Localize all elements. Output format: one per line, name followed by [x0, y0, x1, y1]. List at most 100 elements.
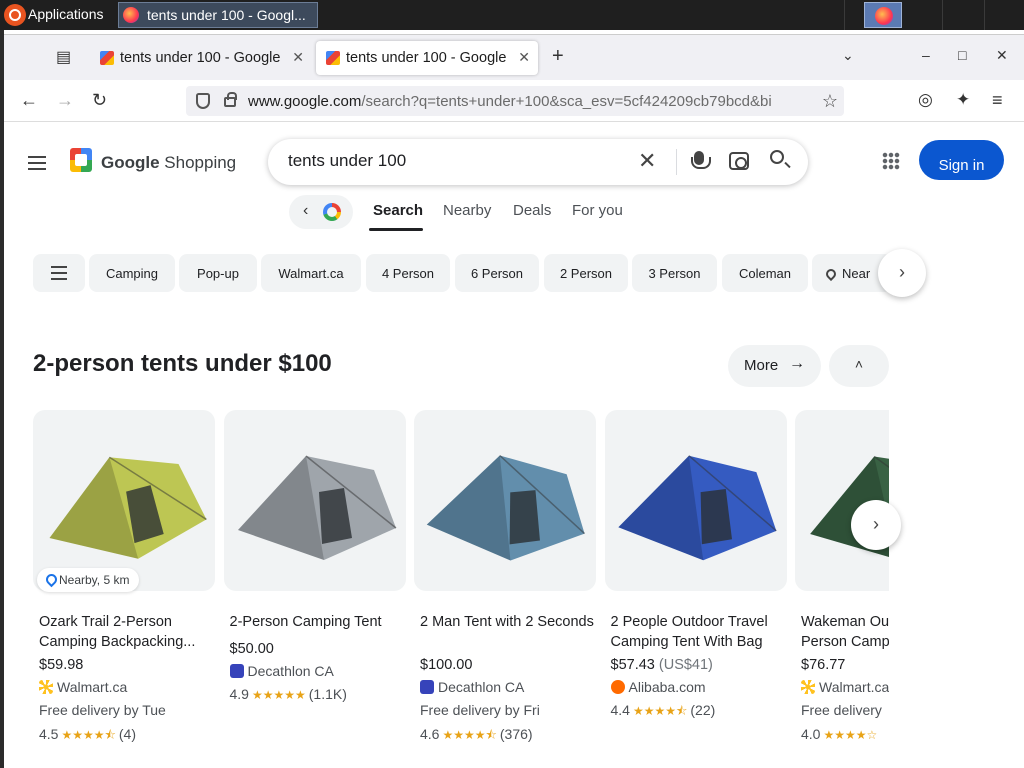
tray-firefox-button[interactable] — [864, 2, 902, 28]
lock-icon[interactable] — [224, 92, 237, 107]
forward-icon[interactable]: → — [56, 90, 74, 111]
search-input[interactable] — [288, 151, 618, 171]
product-title[interactable]: 2 Man Tent with 2 Seconds — [420, 612, 596, 632]
google-shopping-logo-icon[interactable] — [70, 148, 92, 172]
close-window-icon[interactable]: ✕ — [996, 47, 1008, 64]
store-label: Decathlon CA — [247, 663, 334, 679]
section-title: 2-person tents under $100 — [33, 350, 332, 377]
url-bar[interactable]: www.google.com/search?q=tents+under+100&… — [186, 86, 844, 116]
maximize-icon[interactable]: □ — [958, 47, 966, 63]
chip-camping[interactable]: Camping — [89, 254, 175, 292]
search-icon[interactable] — [770, 150, 784, 164]
new-tab-icon[interactable]: + — [552, 45, 564, 68]
chip-6-person[interactable]: 6 Person — [455, 254, 539, 292]
chip-walmart[interactable]: Walmart.ca — [261, 254, 361, 292]
search-box: ✕ — [268, 139, 808, 185]
collapse-section-button[interactable]: ˄ — [829, 345, 889, 387]
product-image[interactable] — [414, 410, 596, 591]
brand-shopping: Shopping — [159, 153, 237, 172]
carousel-next-button[interactable]: › — [851, 500, 901, 550]
product-rating: 4.4 ★★★★⯪ (22) — [611, 702, 716, 723]
google-shopping-favicon-icon — [326, 51, 340, 65]
google-g-icon — [323, 203, 341, 221]
tab-nearby[interactable]: Nearby — [443, 202, 491, 219]
product-card[interactable]: 2 Man Tent with 2 Seconds $100.00 Decathlo… — [414, 410, 596, 768]
rating-stars-icon: ★★★★⯪ — [442, 728, 497, 742]
tray-separator — [942, 0, 943, 30]
store-name[interactable]: Decathlon CA — [229, 663, 334, 679]
chip-coleman[interactable]: Coleman — [722, 254, 808, 292]
close-tab-icon[interactable]: ✕ — [518, 49, 530, 66]
menu-icon[interactable]: ≡ — [992, 90, 1003, 111]
main-menu-icon[interactable] — [28, 156, 46, 170]
rating-value: 4.5 — [39, 726, 59, 742]
product-carousel: Nearby, 5 km Ozark Trail 2-Person Camping… — [33, 410, 889, 768]
product-title[interactable]: 2-Person Camping Tent — [230, 612, 406, 632]
decathlon-logo-icon — [420, 680, 434, 694]
microphone-icon[interactable] — [691, 151, 711, 169]
clear-search-icon[interactable]: ✕ — [638, 148, 656, 174]
product-title[interactable]: Wakeman Outdoors 2-Person Camping Tent — [801, 612, 889, 652]
rating-stars-icon: ★★★★☆ — [823, 728, 878, 742]
store-name[interactable]: Walmart.ca — [39, 679, 127, 695]
list-all-tabs-chevron-icon[interactable]: ⌄ — [842, 47, 854, 64]
chip-2-person[interactable]: 2 Person — [544, 254, 628, 292]
product-card[interactable]: 2 People Outdoor Travel Camping Tent Wit… — [604, 410, 787, 768]
tracking-shield-icon[interactable] — [196, 93, 210, 109]
product-card[interactable]: 2-Person Camping Tent $50.00 Decathlon CA 4… — [223, 410, 406, 768]
url-text[interactable]: www.google.com/search?q=tents+under+100&… — [248, 93, 808, 110]
google-apps-icon[interactable] — [882, 152, 900, 170]
reload-icon[interactable]: ↻ — [92, 90, 107, 111]
store-name[interactable]: Alibaba.com — [610, 679, 706, 695]
chevron-right-icon: › — [899, 262, 905, 282]
chip-4-person[interactable]: 4 Person — [366, 254, 450, 292]
product-card[interactable]: Wakeman Outdoors 2-Person Camping Tent $7… — [795, 410, 889, 768]
product-title[interactable]: Ozark Trail 2-Person Camping Backpacking… — [39, 612, 215, 652]
back-icon[interactable]: ← — [20, 90, 38, 111]
tent-illustration — [617, 455, 777, 561]
google-lens-icon[interactable] — [729, 152, 749, 170]
account-icon[interactable]: ◎ — [918, 90, 933, 110]
brand-google: Google — [101, 153, 160, 172]
extensions-icon[interactable]: ✦ — [956, 90, 970, 110]
more-button[interactable]: More → — [728, 345, 821, 387]
back-to-google-button[interactable]: ‹ — [289, 195, 353, 229]
product-image[interactable] — [223, 410, 406, 591]
brand-title[interactable]: Google Shopping — [101, 153, 236, 173]
chip-pop-up[interactable]: Pop-up — [179, 254, 257, 292]
product-title[interactable]: 2 People Outdoor Travel Camping Tent Wit… — [611, 612, 787, 652]
applications-menu[interactable]: Applications — [28, 6, 104, 22]
browser-tabbar: ▤ tents under 100 - Google ✕ tents under… — [4, 34, 1024, 80]
store-name[interactable]: Decathlon CA — [420, 679, 524, 695]
tune-icon — [51, 266, 67, 280]
taskbar-window-firefox[interactable]: tents under 100 - Googl... — [118, 2, 318, 28]
tray-separator — [844, 0, 845, 30]
store-label: Decathlon CA — [438, 679, 525, 695]
minimize-icon[interactable]: – — [922, 47, 930, 63]
sign-in-button[interactable]: Sign in — [919, 140, 1004, 180]
product-price: $100.00 — [420, 657, 472, 673]
ubuntu-logo-icon[interactable] — [4, 4, 26, 26]
browser-tab-active[interactable]: tents under 100 - Google ✕ — [316, 41, 538, 75]
chip-3-person[interactable]: 3 Person — [632, 254, 717, 292]
store-label: Walmart.ca — [57, 679, 128, 695]
nearby-badge: Nearby, 5 km — [37, 568, 140, 592]
tab-list-icon[interactable]: ▤ — [56, 47, 76, 67]
tab-for-you[interactable]: For you — [572, 202, 623, 219]
search-divider — [676, 149, 677, 175]
close-tab-icon[interactable]: ✕ — [292, 49, 304, 66]
chips-next-button[interactable]: › — [878, 249, 926, 297]
product-card[interactable]: Nearby, 5 km Ozark Trail 2-Person Camping… — [33, 410, 215, 768]
google-shopping-favicon-icon — [100, 51, 114, 65]
bookmark-star-icon[interactable]: ☆ — [822, 91, 838, 112]
browser-tab[interactable]: tents under 100 - Google ✕ — [90, 41, 312, 75]
product-image[interactable] — [604, 410, 787, 591]
filters-button[interactable] — [33, 254, 85, 292]
tab-deals[interactable]: Deals — [513, 202, 551, 219]
tab-search[interactable]: Search — [373, 202, 423, 219]
product-rating: 4.5 ★★★★⯪ (4) — [39, 726, 136, 747]
product-image[interactable] — [33, 410, 215, 591]
store-name[interactable]: Walmart.ca — [801, 679, 889, 695]
store-label: Alibaba.com — [628, 679, 706, 695]
more-label: More — [744, 357, 779, 374]
